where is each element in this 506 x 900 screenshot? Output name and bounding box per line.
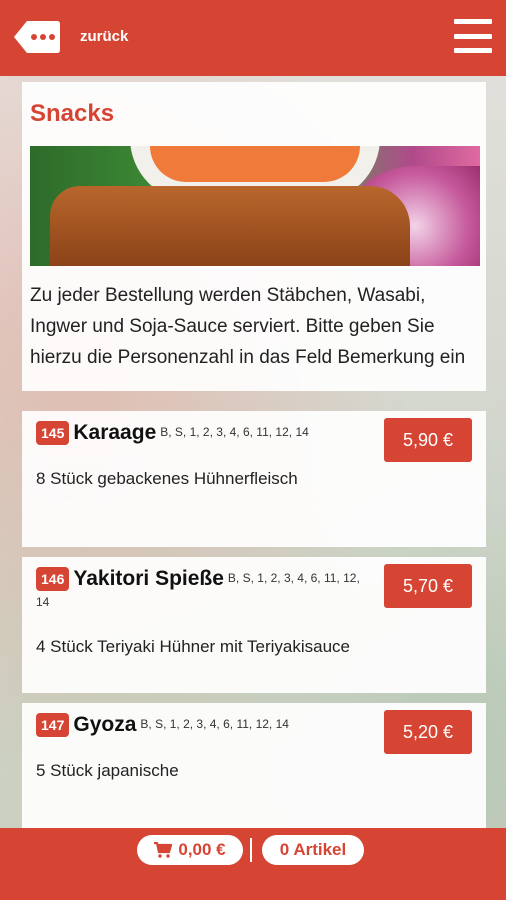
snacks-photo bbox=[30, 146, 480, 266]
intro-text: Zu jeder Bestellung werden Stäbchen, Was… bbox=[30, 285, 466, 368]
back-label[interactable]: zurück bbox=[80, 28, 128, 45]
item-number-badge: 145 bbox=[36, 421, 70, 445]
item-name: Karaage bbox=[73, 421, 157, 444]
item-count-button[interactable]: 0 Artikel bbox=[262, 835, 364, 865]
item-number-badge: 147 bbox=[36, 713, 70, 737]
menu-item: 146 Yakitori Spieße B, S, 1, 2, 3, 4, 6, 1… bbox=[22, 557, 486, 693]
bottom-bar: 0,00 € 0 Artikel bbox=[0, 828, 506, 900]
item-description: 4 Stück Teriyaki Hühner mit Teriyakisauc… bbox=[36, 637, 351, 656]
menu-item: 147 Gyoza B, S, 1, 2, 3, 4, 6, 11, 12, 14 … bbox=[22, 703, 486, 828]
back-dots-icon bbox=[14, 21, 60, 53]
cart-total: 0,00 € bbox=[178, 840, 226, 859]
back-button[interactable] bbox=[13, 20, 61, 54]
menu-item: 145 Karaage B, S, 1, 2, 3, 4, 6, 11, 12, 1… bbox=[22, 411, 486, 547]
section-title: Snacks bbox=[30, 100, 115, 127]
cart-button[interactable]: 0,00 € bbox=[137, 835, 243, 865]
item-description: 8 Stück gebackenes Hühnerfleisch bbox=[36, 469, 298, 488]
top-bar: zurück bbox=[0, 0, 506, 76]
cart-icon bbox=[154, 842, 173, 858]
hamburger-icon bbox=[454, 19, 492, 24]
add-to-cart-price-button[interactable]: 5,20 € bbox=[384, 710, 472, 754]
menu-button[interactable] bbox=[454, 19, 492, 53]
item-name: Yakitori Spieße bbox=[73, 567, 224, 590]
content-scroll[interactable]: Snacks Zu jeder Bestellung werden Stäbch… bbox=[22, 82, 486, 828]
section-intro: Snacks Zu jeder Bestellung werden Stäbch… bbox=[22, 82, 486, 391]
item-number-badge: 146 bbox=[36, 567, 70, 591]
item-description: 5 Stück japanische bbox=[36, 761, 179, 780]
item-allergens: B, S, 1, 2, 3, 4, 6, 11, 12, 14 bbox=[160, 425, 309, 439]
add-to-cart-price-button[interactable]: 5,90 € bbox=[384, 418, 472, 462]
footer-divider bbox=[250, 838, 252, 862]
item-allergens: B, S, 1, 2, 3, 4, 6, 11, 12, 14 bbox=[140, 717, 289, 731]
item-name: Gyoza bbox=[73, 713, 137, 736]
add-to-cart-price-button[interactable]: 5,70 € bbox=[384, 564, 472, 608]
